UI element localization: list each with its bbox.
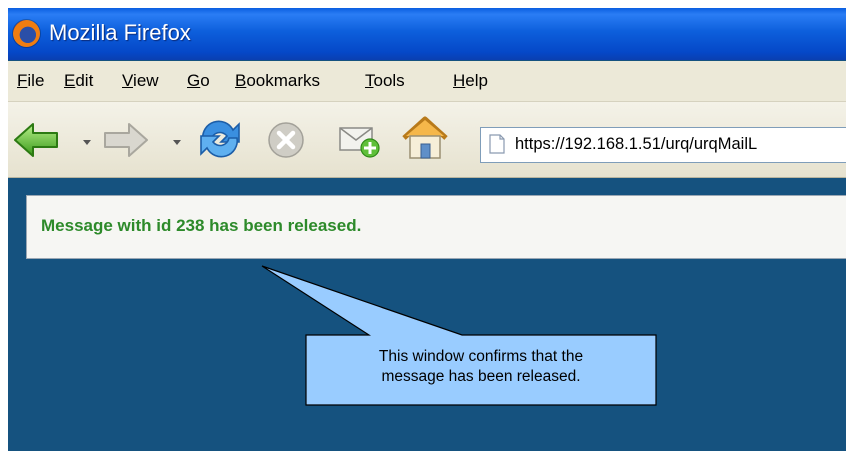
- callout-line-2: message has been released.: [381, 368, 581, 385]
- browser-window: Mozilla Firefox File Edit View Go Bookma…: [8, 8, 846, 451]
- callout-line-1: This window confirms that the: [378, 348, 584, 365]
- callout-text: This window confirms that the message ha…: [306, 347, 656, 387]
